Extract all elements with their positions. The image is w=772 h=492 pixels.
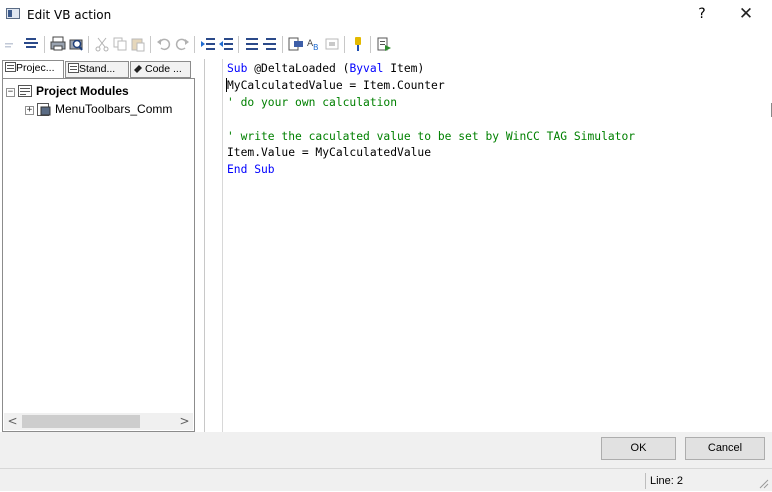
left-panel: Projec... Stand... Code ... − Project Mo… bbox=[2, 59, 195, 432]
code-line[interactable]: ' write the caculated value to be set by… bbox=[227, 129, 635, 146]
tab-project[interactable]: Projec... bbox=[2, 60, 64, 79]
uncomment-icon[interactable] bbox=[262, 36, 278, 52]
print-preview-icon[interactable] bbox=[68, 36, 84, 52]
tree-item-module[interactable]: + MenuToolbars_Comm bbox=[25, 102, 195, 118]
module-file-icon bbox=[37, 103, 51, 116]
redo-icon[interactable] bbox=[174, 36, 190, 52]
window-app-icon bbox=[6, 8, 20, 19]
dialog-footer: OK Cancel Line: 2 bbox=[0, 432, 772, 491]
code-line[interactable]: End Sub bbox=[227, 162, 635, 179]
references-icon[interactable] bbox=[376, 36, 392, 52]
code-token: MyCalculatedValue = Item.Counter bbox=[227, 78, 445, 92]
code-comment: ' write the caculated value to be set by… bbox=[227, 129, 636, 143]
project-tab-icon bbox=[5, 62, 16, 72]
code-keyword: Byval bbox=[349, 62, 384, 75]
toolbar-separator bbox=[344, 36, 345, 53]
resize-grip-icon[interactable] bbox=[757, 477, 769, 489]
print-icon[interactable] bbox=[50, 36, 66, 52]
cancel-button[interactable]: Cancel bbox=[685, 437, 765, 460]
syntax-check-icon[interactable] bbox=[350, 36, 366, 52]
scroll-left-button[interactable]: < bbox=[4, 413, 21, 430]
find-icon[interactable] bbox=[288, 36, 304, 52]
scroll-right-button[interactable]: > bbox=[176, 413, 193, 430]
paste-icon[interactable] bbox=[130, 36, 146, 52]
tab-standard-label: Stand... bbox=[79, 63, 116, 75]
tree-root-label: Project Modules bbox=[36, 84, 129, 98]
left-panel-tabs: Projec... Stand... Code ... bbox=[2, 59, 195, 79]
toolbar-separator bbox=[238, 36, 239, 53]
comment-icon[interactable] bbox=[244, 36, 260, 52]
close-button[interactable]: ✕ bbox=[732, 4, 760, 24]
tab-standard[interactable]: Stand... bbox=[65, 61, 129, 78]
ok-button[interactable]: OK bbox=[601, 437, 676, 460]
code-line[interactable]: MyCalculatedValue = Item.Counter bbox=[227, 78, 635, 95]
copy-icon[interactable] bbox=[112, 36, 128, 52]
code-line[interactable]: Sub @DeltaLoaded (Byval Item) bbox=[227, 61, 635, 78]
toolbar-separator bbox=[150, 36, 151, 53]
code-line[interactable] bbox=[227, 112, 635, 129]
outdent-icon[interactable] bbox=[218, 36, 234, 52]
code-editor[interactable]: Sub @DeltaLoaded (Byval Item) MyCalculate… bbox=[204, 59, 772, 432]
horizontal-scrollbar[interactable]: < > bbox=[4, 413, 193, 430]
tab-code-label: Code ... bbox=[145, 63, 182, 75]
toolbar: AB bbox=[0, 30, 772, 58]
code-comment: ' do your own calculation bbox=[227, 95, 398, 109]
tab-project-label: Projec... bbox=[16, 62, 55, 74]
toolbar-separator bbox=[282, 36, 283, 53]
indent-icon[interactable] bbox=[200, 36, 216, 52]
code-token: Item.Value = MyCalculatedValue bbox=[227, 146, 432, 160]
code-tab-icon bbox=[134, 65, 142, 73]
toolbar-separator bbox=[88, 36, 89, 53]
project-tree: − Project Modules + MenuToolbars_Comm < … bbox=[2, 78, 195, 432]
code-token: Item) bbox=[383, 62, 425, 75]
status-bar: Line: 2 bbox=[0, 468, 772, 492]
tab-code[interactable]: Code ... bbox=[130, 61, 191, 78]
standard-tab-icon bbox=[68, 63, 79, 73]
align-icon[interactable] bbox=[23, 36, 39, 52]
title-bar: Edit VB action ? ✕ bbox=[0, 0, 772, 30]
code-text[interactable]: Sub @DeltaLoaded (Byval Item) MyCalculate… bbox=[227, 61, 635, 179]
project-modules-icon bbox=[18, 85, 32, 97]
indent-marker-icon[interactable] bbox=[4, 36, 20, 52]
undo-icon[interactable] bbox=[156, 36, 172, 52]
scrollbar-thumb[interactable] bbox=[22, 415, 140, 428]
toolbar-separator bbox=[44, 36, 45, 53]
code-keyword: Sub bbox=[227, 62, 255, 75]
editor-gutter bbox=[205, 59, 223, 432]
replace-icon[interactable]: AB bbox=[306, 36, 322, 52]
help-button[interactable]: ? bbox=[693, 5, 711, 23]
collapse-icon[interactable]: − bbox=[6, 88, 15, 97]
code-keyword: End Sub bbox=[227, 163, 275, 177]
code-line[interactable]: ' do your own calculation bbox=[227, 95, 635, 112]
code-token: @DeltaLoaded ( bbox=[254, 62, 350, 75]
status-line-number: Line: 2 bbox=[650, 475, 684, 487]
svg-text:B: B bbox=[313, 43, 319, 52]
goto-icon[interactable] bbox=[324, 36, 340, 52]
code-line[interactable]: Item.Value = MyCalculatedValue bbox=[227, 145, 635, 162]
toolbar-separator bbox=[194, 36, 195, 53]
status-separator bbox=[645, 473, 646, 489]
tree-child-label: MenuToolbars_Comm bbox=[55, 102, 173, 116]
cut-icon[interactable] bbox=[94, 36, 110, 52]
expand-icon[interactable]: + bbox=[25, 106, 34, 115]
window-title: Edit VB action bbox=[27, 8, 112, 22]
toolbar-separator bbox=[370, 36, 371, 53]
